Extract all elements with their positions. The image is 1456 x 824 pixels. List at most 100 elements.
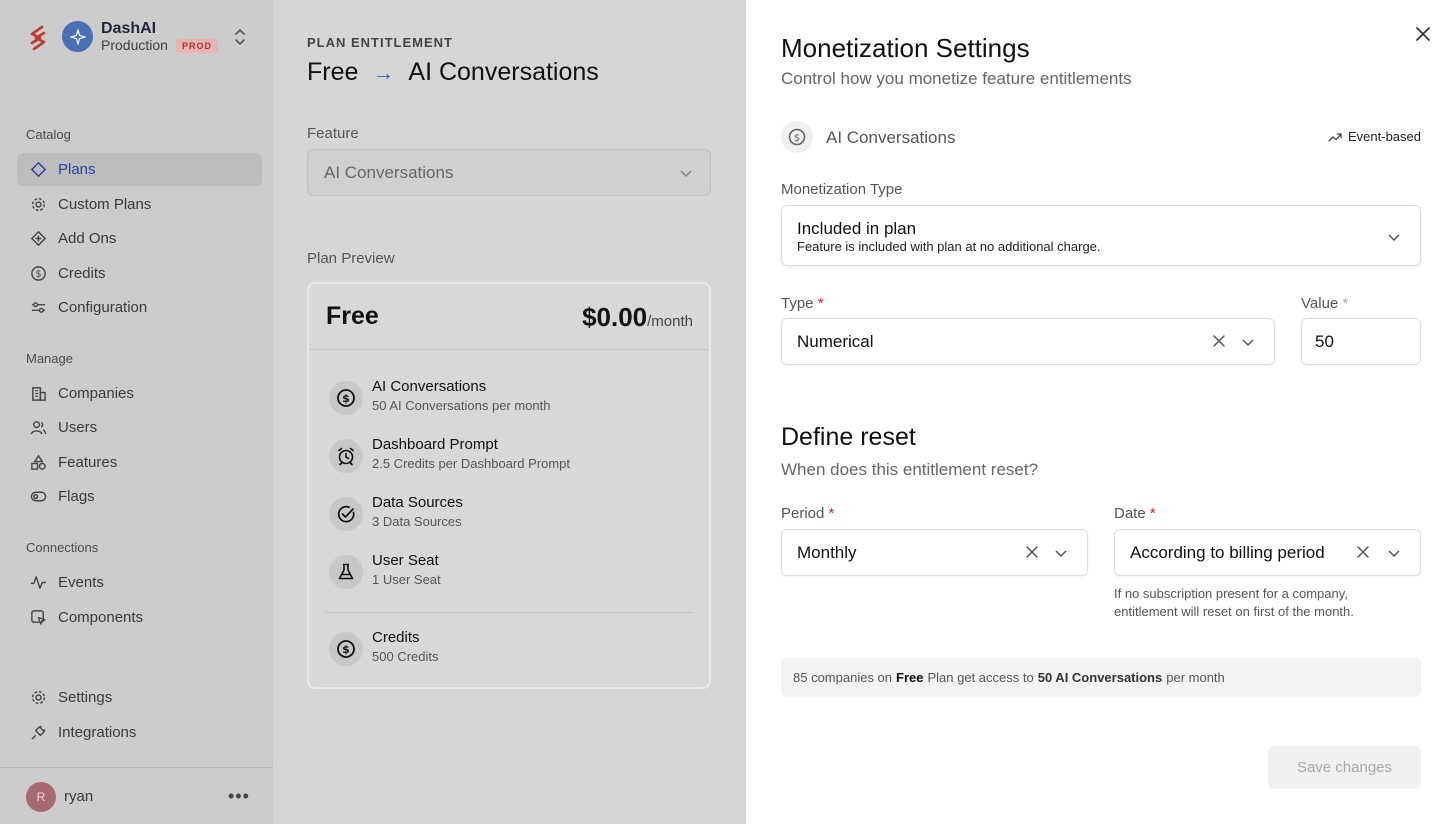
item-subtitle: 50 AI Conversations per month bbox=[372, 398, 551, 413]
date-select-value: According to billing period bbox=[1130, 542, 1325, 562]
sidebar-item-settings[interactable]: Settings bbox=[17, 681, 262, 714]
info-amount: 50 AI Conversations bbox=[1037, 670, 1163, 685]
required-mark: * bbox=[828, 505, 835, 522]
chevron-up-down-icon[interactable] bbox=[232, 26, 248, 48]
building-icon bbox=[29, 385, 47, 403]
feature-select[interactable]: AI Conversations bbox=[307, 149, 711, 196]
info-summary: 85 companies on Free Plan get access to … bbox=[781, 658, 1421, 697]
arrow-right-icon: → bbox=[372, 59, 395, 85]
sidebar-item-features[interactable]: Features bbox=[17, 446, 262, 479]
sidebar-item-flags[interactable]: Flags bbox=[17, 480, 262, 513]
section-connections: Connections bbox=[26, 540, 99, 555]
date-hint: If no subscription present for a company… bbox=[1114, 586, 1354, 619]
preview-price: $0.00/month bbox=[582, 302, 693, 333]
plan-entitlement-label: PLAN ENTITLEMENT bbox=[307, 35, 453, 50]
sidebar-item-configuration[interactable]: Configuration bbox=[17, 291, 262, 324]
monetization-drawer: Monetization Settings Control how you mo… bbox=[746, 0, 1456, 824]
item-title: Dashboard Prompt bbox=[372, 436, 498, 453]
save-button[interactable]: Save changes bbox=[1268, 746, 1421, 789]
close-icon[interactable] bbox=[1414, 25, 1432, 43]
list-item: $ AI Conversations 50 AI Conversations p… bbox=[329, 378, 689, 418]
shapes-icon bbox=[29, 454, 47, 472]
sidebar-item-components[interactable]: Components bbox=[17, 601, 262, 634]
chevron-down-icon bbox=[1242, 339, 1254, 347]
feature-summary-name: AI Conversations bbox=[826, 128, 956, 147]
type-label: Type * bbox=[781, 295, 824, 312]
item-subtitle: 1 User Seat bbox=[372, 572, 441, 587]
feature-kind: Event-based bbox=[1328, 129, 1421, 144]
sidebar-item-users[interactable]: Users bbox=[17, 411, 262, 444]
svg-text:$: $ bbox=[342, 643, 350, 656]
plan-name: Free bbox=[307, 58, 359, 86]
value-label-text: Value bbox=[1301, 295, 1339, 312]
org-environment: Production bbox=[101, 37, 168, 53]
feature-name: AI Conversations bbox=[408, 58, 599, 86]
sidebar-item-integrations[interactable]: Integrations bbox=[17, 716, 262, 749]
preview-header: Free $0.00/month bbox=[309, 284, 709, 350]
reset-subtitle: When does this entitlement reset? bbox=[781, 460, 1039, 479]
toggle-icon bbox=[29, 488, 47, 506]
value-label: Value * bbox=[1301, 295, 1348, 312]
date-select[interactable]: According to billing period bbox=[1114, 529, 1421, 576]
price-period: /month bbox=[647, 313, 693, 330]
gear-icon bbox=[29, 689, 47, 707]
monetization-type-select[interactable]: Included in plan Feature is included wit… bbox=[781, 205, 1421, 266]
page-title: Free → AI Conversations bbox=[307, 58, 599, 87]
date-label: Date * bbox=[1114, 505, 1156, 522]
sidebar-item-custom-plans[interactable]: Custom Plans bbox=[17, 188, 262, 221]
preview-plan-name: Free bbox=[326, 302, 379, 330]
sidebar: DashAI Production PROD Catalog Plans Cus… bbox=[0, 0, 273, 824]
feature-kind-label: Event-based bbox=[1348, 129, 1421, 144]
period-select[interactable]: Monthly bbox=[781, 529, 1088, 576]
clear-icon[interactable] bbox=[1212, 334, 1226, 348]
env-badge: PROD bbox=[176, 39, 219, 53]
entitlement-panel: PLAN ENTITLEMENT Free → AI Conversations… bbox=[273, 0, 746, 824]
sidebar-item-label: Settings bbox=[58, 689, 113, 706]
chevron-down-icon bbox=[1388, 550, 1400, 558]
sidebar-item-credits[interactable]: $ Credits bbox=[17, 257, 262, 290]
item-title: Data Sources bbox=[372, 494, 463, 511]
sidebar-item-label: Add Ons bbox=[58, 230, 117, 247]
sidebar-item-plans[interactable]: Plans bbox=[17, 153, 262, 186]
org-switcher[interactable]: DashAI Production PROD bbox=[26, 18, 254, 58]
sidebar-item-add-ons[interactable]: Add Ons bbox=[17, 222, 262, 255]
flask-icon bbox=[329, 555, 363, 589]
sidebar-item-companies[interactable]: Companies bbox=[17, 377, 262, 410]
period-select-value: Monthly bbox=[797, 542, 857, 562]
item-subtitle: 2.5 Credits per Dashboard Prompt bbox=[372, 456, 570, 471]
clear-icon[interactable] bbox=[1025, 545, 1039, 559]
item-subtitle: 500 Credits bbox=[372, 649, 439, 664]
org-name: DashAI bbox=[101, 20, 157, 37]
diamond-plus-icon bbox=[29, 230, 47, 248]
more-options-icon[interactable]: ••• bbox=[228, 786, 250, 807]
svg-text:$: $ bbox=[794, 133, 800, 144]
divider bbox=[325, 612, 693, 613]
type-select[interactable]: Numerical bbox=[781, 318, 1275, 365]
feature-select-value: AI Conversations bbox=[324, 162, 454, 182]
value-input[interactable]: 50 bbox=[1301, 318, 1421, 365]
clear-icon[interactable] bbox=[1356, 545, 1370, 559]
svg-text:$: $ bbox=[35, 269, 41, 280]
org-avatar bbox=[62, 21, 93, 52]
monetization-type-value: Included in plan bbox=[797, 219, 917, 238]
price-amount: $0.00 bbox=[582, 302, 648, 332]
item-title: Credits bbox=[372, 629, 420, 646]
plan-preview-card: Free $0.00/month $ AI Conversations 50 A… bbox=[307, 282, 711, 689]
sidebar-item-label: Custom Plans bbox=[58, 196, 152, 213]
activity-icon bbox=[29, 574, 47, 592]
sidebar-item-label: Events bbox=[58, 574, 104, 591]
sidebar-item-events[interactable]: Events bbox=[17, 566, 262, 599]
plan-preview-label: Plan Preview bbox=[307, 250, 395, 267]
sidebar-item-label: Configuration bbox=[58, 299, 148, 316]
info-plan: Free bbox=[896, 670, 924, 685]
dollar-circle-icon: $ bbox=[781, 121, 813, 153]
component-cursor-icon bbox=[29, 609, 47, 627]
type-label-text: Type bbox=[781, 295, 814, 312]
sidebar-item-label: Companies bbox=[58, 385, 134, 402]
list-item: User Seat 1 User Seat bbox=[329, 552, 689, 592]
avatar[interactable]: R bbox=[26, 782, 56, 812]
drawer-subtitle: Control how you monetize feature entitle… bbox=[781, 69, 1132, 88]
user-name: ryan bbox=[64, 788, 94, 805]
period-label-text: Period bbox=[781, 505, 825, 522]
required-mark: * bbox=[1149, 505, 1156, 522]
